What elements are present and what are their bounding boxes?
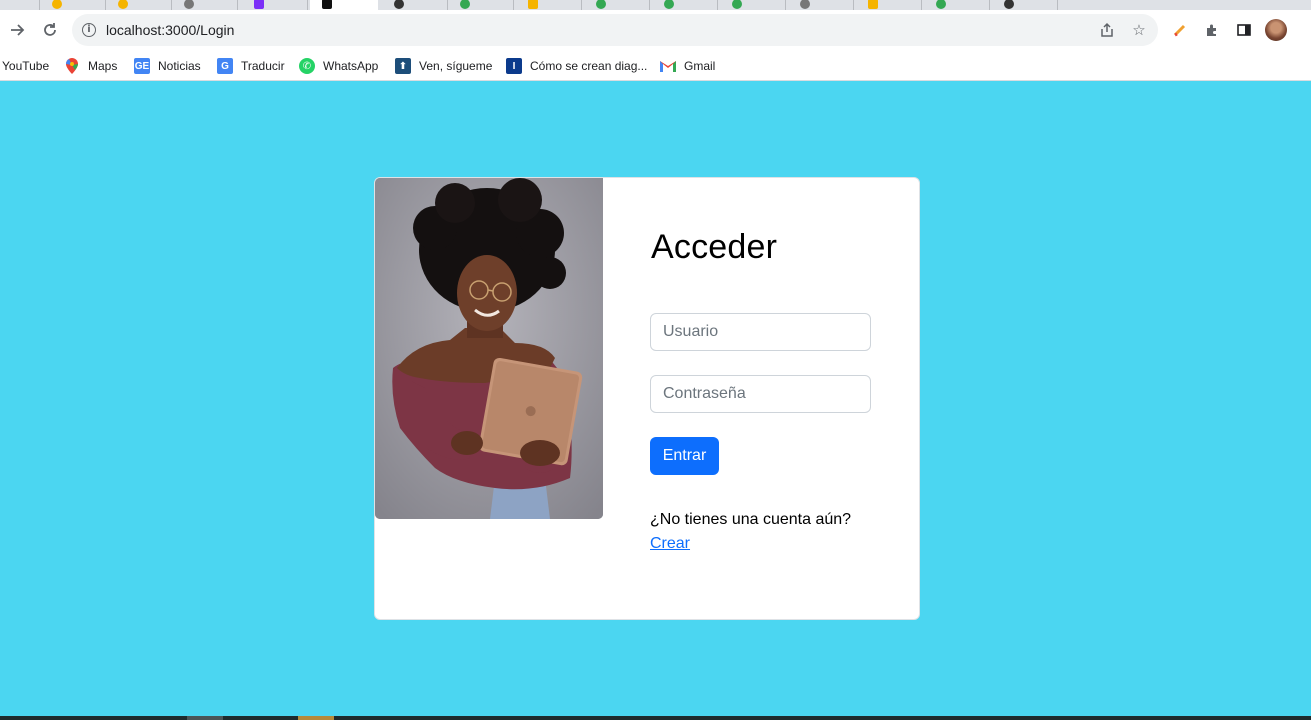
bookmark-i-icon: I bbox=[506, 58, 522, 74]
extensions-puzzle-icon[interactable] bbox=[1201, 19, 1223, 41]
username-input[interactable] bbox=[650, 313, 871, 351]
bookmark-youtube[interactable]: YouTube bbox=[2, 55, 49, 77]
tab-favicon-icon bbox=[118, 0, 128, 9]
tab-favicon-icon bbox=[1004, 0, 1014, 9]
tab-favicon-icon bbox=[528, 0, 538, 9]
create-account-link[interactable]: Crear bbox=[650, 535, 690, 553]
bookmark-gmail[interactable]: Gmail bbox=[660, 55, 715, 77]
browser-tab[interactable] bbox=[172, 0, 238, 10]
info-icon[interactable]: i bbox=[82, 23, 96, 37]
browser-tab[interactable] bbox=[382, 0, 448, 10]
bookmark-label: WhatsApp bbox=[323, 59, 379, 73]
church-icon: ⬆ bbox=[395, 58, 411, 74]
tab-favicon-icon bbox=[800, 0, 810, 9]
news-icon: GE bbox=[134, 58, 150, 74]
bookmark-label: Ven, sígueme bbox=[419, 59, 493, 73]
browser-tab[interactable] bbox=[652, 0, 718, 10]
browser-tab[interactable] bbox=[856, 0, 922, 10]
taskbar-item[interactable] bbox=[298, 716, 334, 720]
login-card: Acceder Entrar ¿No tienes una cuenta aún… bbox=[374, 177, 920, 620]
bookmark-maps[interactable]: Maps bbox=[64, 55, 117, 77]
bookmark-whatsapp[interactable]: ✆ WhatsApp bbox=[299, 55, 378, 77]
pen-extension-icon[interactable] bbox=[1169, 19, 1191, 41]
reload-icon[interactable] bbox=[38, 18, 62, 42]
browser-tab[interactable] bbox=[106, 0, 172, 10]
browser-tab-active[interactable] bbox=[310, 0, 378, 10]
translate-icon: G bbox=[217, 58, 233, 74]
tab-favicon-icon bbox=[732, 0, 742, 9]
browser-tab[interactable] bbox=[516, 0, 582, 10]
bookmark-star-icon[interactable]: ☆ bbox=[1130, 22, 1148, 40]
os-taskbar bbox=[0, 716, 1311, 720]
whatsapp-icon: ✆ bbox=[299, 58, 315, 74]
gmail-icon bbox=[660, 58, 676, 74]
tab-favicon-icon bbox=[868, 0, 878, 9]
tab-favicon-icon bbox=[52, 0, 62, 9]
browser-tab[interactable] bbox=[242, 0, 308, 10]
side-panel-icon[interactable] bbox=[1233, 19, 1255, 41]
browser-tab[interactable] bbox=[788, 0, 854, 10]
password-input[interactable] bbox=[650, 375, 871, 413]
tab-favicon-icon bbox=[394, 0, 404, 9]
submit-button[interactable]: Entrar bbox=[650, 437, 719, 475]
address-bar[interactable]: i localhost:3000/Login ☆ bbox=[72, 14, 1158, 46]
browser-tab[interactable] bbox=[992, 0, 1058, 10]
url-text[interactable]: localhost:3000/Login bbox=[106, 22, 234, 38]
tab-favicon-icon bbox=[460, 0, 470, 9]
bookmark-traducir[interactable]: G Traducir bbox=[217, 55, 285, 77]
maps-pin-icon bbox=[64, 58, 80, 74]
forward-arrow-icon[interactable] bbox=[6, 18, 30, 42]
tab-strip bbox=[0, 0, 1311, 10]
bookmark-noticias[interactable]: GE Noticias bbox=[134, 55, 201, 77]
bookmark-label: Maps bbox=[88, 59, 118, 73]
browser-tab[interactable] bbox=[584, 0, 650, 10]
bookmark-label: Traducir bbox=[241, 59, 285, 73]
browser-toolbar: i localhost:3000/Login ☆ bbox=[0, 10, 1311, 50]
woman-with-tablet-photo bbox=[375, 178, 603, 519]
bookmark-label: Gmail bbox=[684, 59, 716, 73]
browser-tab[interactable] bbox=[0, 0, 40, 10]
tab-favicon-icon bbox=[936, 0, 946, 9]
tab-favicon-icon bbox=[322, 0, 332, 9]
no-account-text: ¿No tienes una cuenta aún? bbox=[650, 511, 852, 528]
bookmark-ven-sigueme[interactable]: ⬆ Ven, sígueme bbox=[395, 55, 492, 77]
taskbar-item[interactable] bbox=[187, 716, 223, 720]
tab-favicon-icon bbox=[596, 0, 606, 9]
bookmark-label: Noticias bbox=[158, 59, 201, 73]
tab-favicon-icon bbox=[664, 0, 674, 9]
browser-tab[interactable] bbox=[448, 0, 514, 10]
bookmark-label: Cómo se crean diag... bbox=[530, 59, 648, 73]
browser-tab[interactable] bbox=[40, 0, 106, 10]
tab-favicon-icon bbox=[254, 0, 264, 9]
profile-avatar[interactable] bbox=[1265, 19, 1287, 41]
browser-tab[interactable] bbox=[924, 0, 990, 10]
browser-tab[interactable] bbox=[720, 0, 786, 10]
tab-favicon-icon bbox=[184, 0, 194, 9]
bookmark-label: YouTube bbox=[2, 59, 50, 73]
share-icon[interactable] bbox=[1098, 22, 1116, 40]
page-title: Acceder bbox=[651, 228, 778, 266]
bookmark-como-se-crean[interactable]: I Cómo se crean diag... bbox=[506, 55, 647, 77]
bookmarks-bar: YouTube Maps GE Noticias G Traducir ✆ Wh… bbox=[0, 50, 1311, 81]
